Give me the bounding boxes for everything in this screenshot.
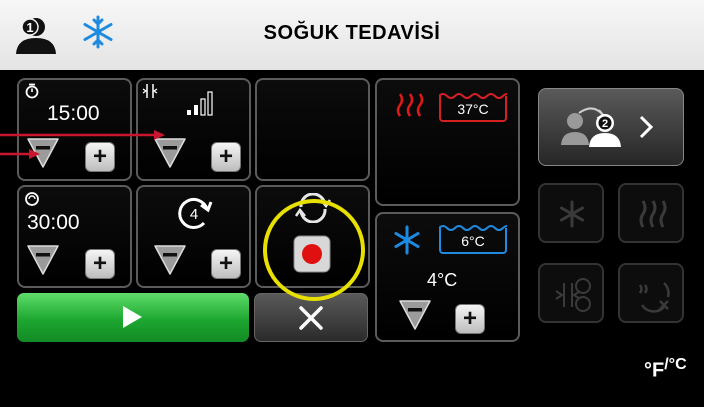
annotation-overlay	[0, 130, 365, 301]
annotation-arrow-timer	[0, 130, 165, 140]
annotation-highlight-circle	[263, 199, 365, 301]
annotation-arrow-timer-decrease	[0, 149, 40, 159]
